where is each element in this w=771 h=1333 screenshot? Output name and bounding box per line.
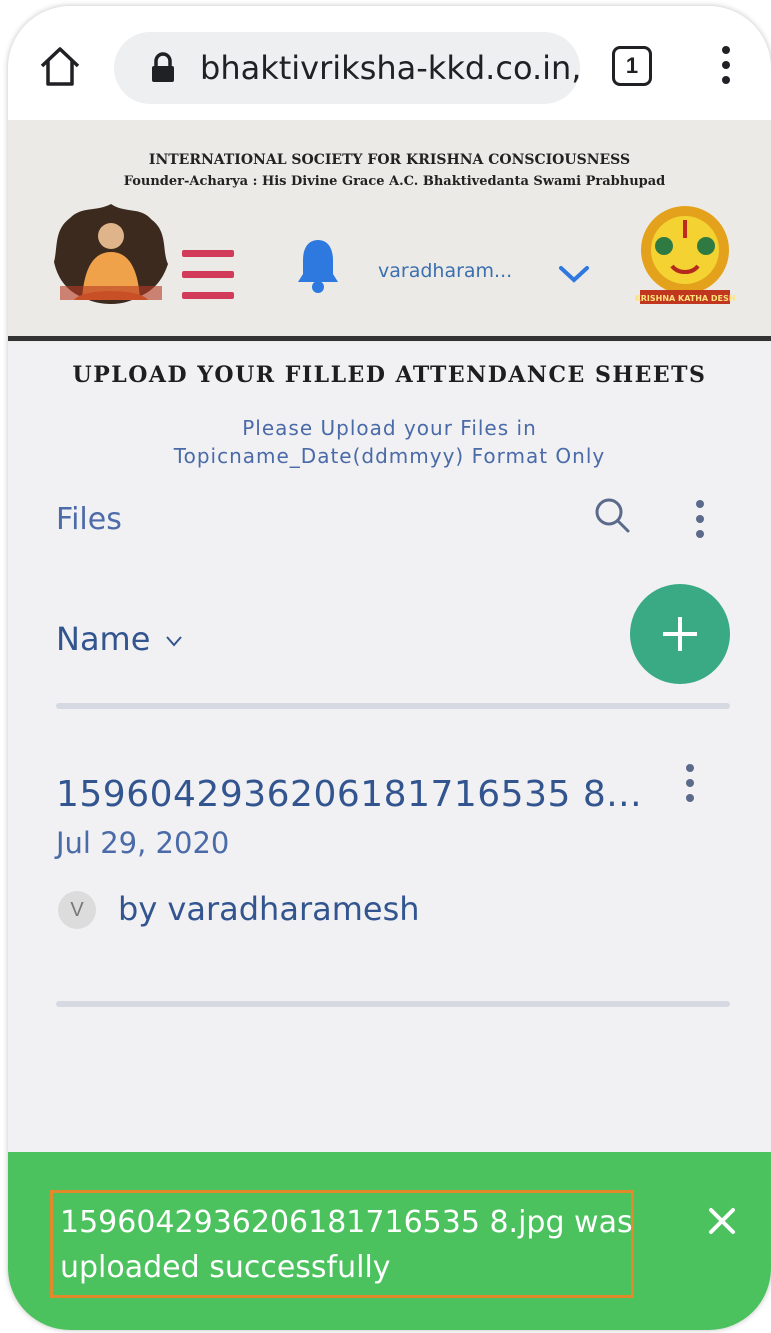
header-divider [8,336,771,341]
files-menu-icon[interactable] [694,500,706,545]
hamburger-menu-icon[interactable] [182,250,234,299]
instruction-line-1: Please Upload your Files in [242,416,537,440]
add-file-button[interactable] [630,584,730,684]
prabhupada-portrait-logo [54,204,168,304]
search-icon[interactable] [593,496,631,534]
home-icon[interactable] [38,44,82,88]
chevron-down-icon[interactable] [558,265,590,283]
browser-menu-icon[interactable] [720,46,732,91]
site-header: INTERNATIONAL SOCIETY FOR KRISHNA CONSCI… [8,120,771,342]
file-date: Jul 29, 2020 [56,826,230,860]
right-logo-caption: KRISHNA KATHA DESH [635,294,736,303]
phone-screen: bhaktivriksha-kkd.co.in, 1 INTERNATIONAL… [8,6,771,1330]
notification-bell-icon[interactable] [295,236,341,294]
sort-by-name-button[interactable]: Name [56,620,183,658]
list-divider [56,703,730,709]
instruction-line-2: Topicname_Date(ddmmyy) Format Only [173,444,606,468]
krishna-katha-desh-logo: KRISHNA KATHA DESH [635,206,736,304]
file-menu-icon[interactable] [684,764,696,809]
address-bar[interactable]: bhaktivriksha-kkd.co.in, [114,32,580,104]
sort-chevron-icon [165,636,182,647]
tab-switcher-button[interactable]: 1 [612,46,652,86]
url-text: bhaktivriksha-kkd.co.in, [200,49,580,87]
plus-icon [663,617,697,651]
close-icon[interactable] [707,1206,737,1236]
founder-line: Founder-Acharya : His Divine Grace A.C. … [123,174,666,189]
list-divider [56,1001,730,1007]
lock-icon [152,52,174,82]
toast-message: 1596042936206181716535 8.jpg was uploade… [60,1205,633,1285]
avatar: V [58,891,96,929]
browser-toolbar: bhaktivriksha-kkd.co.in, 1 [8,6,771,120]
page-title: UPLOAD YOUR FILLED ATTENDANCE SHEETS [72,362,707,388]
upload-success-toast: 1596042936206181716535 8.jpg was uploade… [8,1152,771,1330]
files-heading: Files [56,502,122,537]
upload-instructions: Please Upload your Files in Topicname_Da… [8,414,771,470]
file-owner: by varadharamesh [118,890,420,928]
org-name: INTERNATIONAL SOCIETY FOR KRISHNA CONSCI… [148,152,631,168]
file-name[interactable]: 1596042936206181716535 8... [56,774,642,815]
user-name[interactable]: varadharam... [378,260,512,282]
sort-label: Name [56,620,151,658]
